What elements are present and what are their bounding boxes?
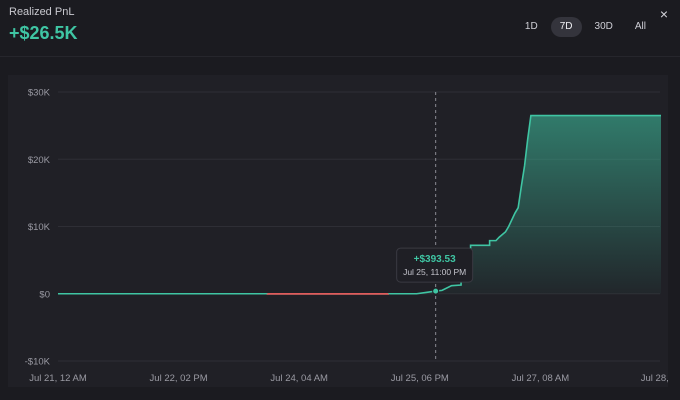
cursor-point	[432, 287, 440, 295]
realized-pnl-panel: Realized PnL +$26.5K 1D 7D 30D All × $30…	[0, 0, 680, 400]
tooltip-value: +$393.53	[414, 254, 456, 265]
pnl-chart-container: $30K $20K $10K $0 -$10K Jul 21, 12 AM Jul 22, …	[8, 75, 680, 387]
x-tick-label: Jul 25, 06 PM	[391, 373, 449, 384]
y-tick-label: $20K	[28, 155, 51, 166]
x-tick-label: Jul 22, 02 PM	[150, 373, 208, 384]
time-range-selector: 1D 7D 30D All	[516, 17, 655, 37]
range-button-30d[interactable]: 30D	[586, 17, 622, 37]
range-button-all[interactable]: All	[626, 17, 655, 37]
range-button-7d[interactable]: 7D	[550, 17, 582, 37]
tooltip-date: Jul 25, 11:00 PM	[403, 267, 466, 277]
y-tick-label: -$10K	[25, 357, 51, 368]
y-tick-label: $10K	[28, 222, 51, 233]
x-tick-label: Jul 21, 12 AM	[29, 373, 87, 384]
range-button-1d[interactable]: 1D	[516, 17, 547, 37]
pnl-area-fill	[58, 115, 661, 294]
panel-title: Realized PnL	[9, 6, 75, 18]
x-tick-label: Jul 27, 08 AM	[512, 373, 570, 384]
x-tick-label: Jul 28, 11	[641, 373, 668, 384]
y-tick-label: $0	[39, 289, 50, 300]
header-divider	[0, 56, 680, 57]
pnl-chart[interactable]: $30K $20K $10K $0 -$10K Jul 21, 12 AM Jul 22, …	[8, 75, 680, 387]
close-icon[interactable]: ×	[656, 6, 672, 22]
y-tick-label: $30K	[28, 88, 51, 99]
x-tick-label: Jul 24, 04 AM	[270, 373, 328, 384]
pnl-value: +$26.5K	[9, 23, 78, 43]
